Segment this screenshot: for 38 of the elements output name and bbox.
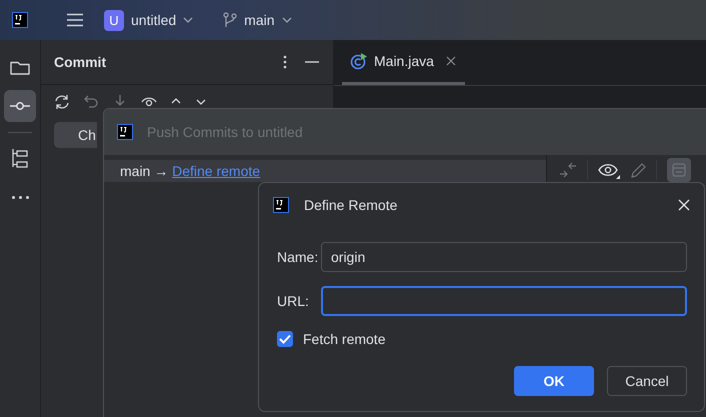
kebab-menu-icon[interactable] [283, 55, 287, 69]
java-class-icon [350, 52, 368, 70]
checkbox-label[interactable]: Fetch remote [303, 331, 386, 347]
branch-icon [223, 12, 238, 28]
panel-title: Commit [54, 54, 108, 70]
dialog-title: Define Remote [304, 197, 398, 213]
cancel-button[interactable]: Cancel [607, 366, 687, 396]
pencil-icon[interactable] [630, 161, 646, 179]
undo-icon[interactable] [83, 94, 99, 110]
project-selector[interactable]: U untitled [104, 10, 194, 30]
url-field[interactable] [321, 286, 687, 316]
refresh-icon[interactable] [54, 94, 70, 110]
checkmark-icon [279, 334, 291, 344]
panel-icon [672, 163, 686, 177]
details-button[interactable] [667, 158, 691, 182]
menu-icon[interactable] [66, 13, 84, 27]
changes-tab[interactable]: Ch [54, 122, 97, 148]
more-icon [12, 196, 28, 198]
project-badge: U [104, 10, 124, 30]
collapse-arrows-icon[interactable] [559, 161, 577, 179]
dialog-title: Push Commits to untitled [147, 124, 303, 140]
app-logo-icon [12, 12, 28, 28]
app-logo-icon [273, 197, 289, 213]
branch-selector[interactable]: main [223, 12, 292, 28]
eye-icon[interactable] [598, 161, 620, 179]
ok-button[interactable]: OK [514, 366, 594, 396]
chevron-down-icon [183, 17, 194, 23]
field-label: Name: [277, 249, 320, 265]
field-label: URL: [277, 293, 310, 309]
close-icon[interactable] [446, 56, 456, 66]
name-field[interactable]: origin [321, 242, 687, 272]
chevron-down-icon [282, 17, 292, 23]
checkbox[interactable] [277, 331, 293, 347]
branch-target-text: main → Define remote [120, 163, 260, 179]
branch-row[interactable]: main → Define remote [104, 160, 546, 182]
editor-tab[interactable]: Main.java [342, 40, 465, 85]
app-logo-icon [117, 124, 133, 140]
tool-window-button[interactable] [4, 90, 36, 122]
